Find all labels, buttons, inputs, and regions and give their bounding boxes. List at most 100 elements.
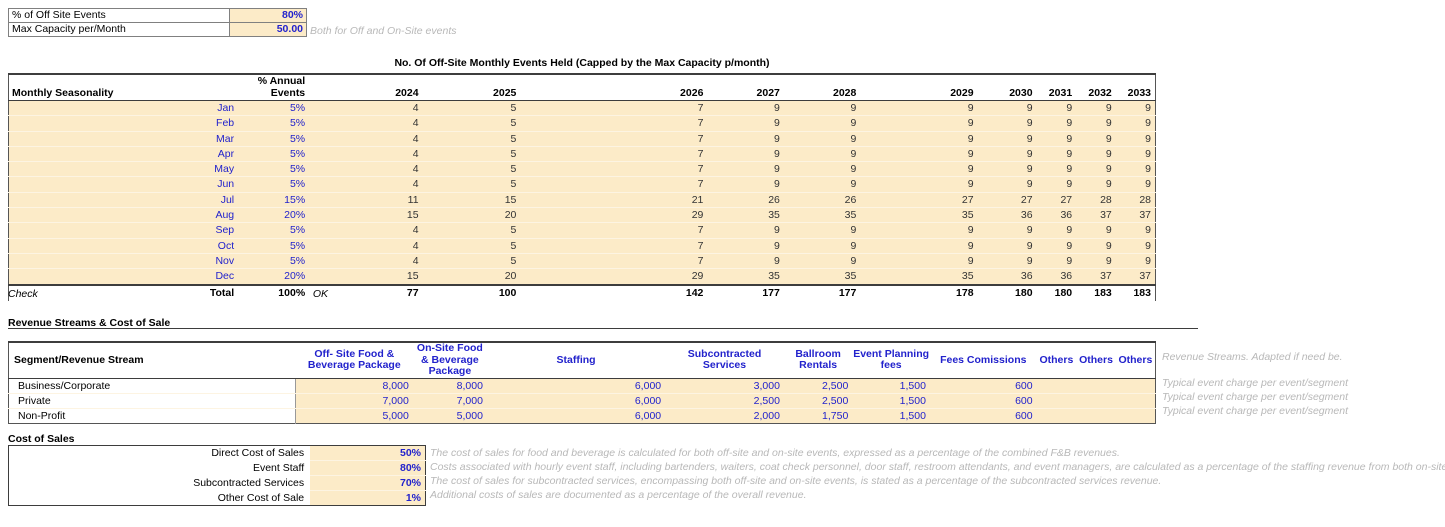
revenue-input-3[interactable]: 6,000 bbox=[487, 408, 665, 423]
revenue-input-10[interactable] bbox=[1116, 393, 1156, 408]
revenue-input-4[interactable]: 2,500 bbox=[665, 393, 784, 408]
monthly-table-title: No. Of Off-Site Monthly Events Held (Cap… bbox=[8, 57, 1156, 70]
month-pct-input[interactable]: 5% bbox=[238, 238, 309, 253]
month-label: Jan bbox=[179, 101, 238, 116]
month-value-2033: 9 bbox=[1116, 162, 1156, 177]
revenue-input-7[interactable]: 600 bbox=[930, 378, 1037, 393]
cost-of-sales-input[interactable]: 70% bbox=[310, 476, 425, 491]
month-value-2025: 5 bbox=[423, 177, 521, 192]
month-value-2026: 7 bbox=[520, 116, 707, 131]
month-value-2026: 7 bbox=[520, 162, 707, 177]
revenue-input-10[interactable] bbox=[1116, 408, 1156, 423]
revenue-input-8[interactable] bbox=[1037, 378, 1077, 393]
revenue-input-1[interactable]: 8,000 bbox=[296, 378, 413, 393]
month-value-2033: 9 bbox=[1116, 253, 1156, 268]
month-value-2029: 9 bbox=[860, 162, 977, 177]
month-value-2027: 35 bbox=[707, 269, 783, 285]
cost-of-sales-input[interactable]: 50% bbox=[310, 446, 425, 461]
month-pct-input[interactable]: 5% bbox=[238, 101, 309, 116]
revenue-input-5[interactable]: 2,500 bbox=[784, 378, 852, 393]
table-row: Aug20%15202935353536363737 bbox=[9, 208, 1156, 223]
table-row: Max Capacity per/Month 50.00 bbox=[9, 23, 307, 37]
assumption-input-off-site-pct[interactable]: 80% bbox=[230, 9, 307, 23]
month-pad bbox=[309, 177, 325, 192]
month-pct-input[interactable]: 5% bbox=[238, 146, 309, 161]
month-value-2032: 9 bbox=[1076, 223, 1116, 238]
table-row: Jun5%4579999999 bbox=[9, 177, 1156, 192]
revenue-input-2[interactable]: 7,000 bbox=[413, 393, 487, 408]
revenue-input-5[interactable]: 2,500 bbox=[784, 393, 852, 408]
month-value-2032: 9 bbox=[1076, 146, 1116, 161]
month-value-2031: 9 bbox=[1037, 131, 1077, 146]
revenue-input-7[interactable]: 600 bbox=[930, 408, 1037, 423]
month-value-2026: 7 bbox=[520, 177, 707, 192]
month-value-2027: 9 bbox=[707, 101, 783, 116]
month-pct-input[interactable]: 5% bbox=[238, 223, 309, 238]
revenue-input-8[interactable] bbox=[1037, 408, 1077, 423]
header-year-2031: 2031 bbox=[1037, 74, 1077, 101]
month-value-2031: 9 bbox=[1037, 177, 1077, 192]
month-value-2024: 15 bbox=[325, 269, 423, 285]
revenue-input-4[interactable]: 3,000 bbox=[665, 378, 784, 393]
month-value-2026: 7 bbox=[520, 101, 707, 116]
revenue-input-3[interactable]: 6,000 bbox=[487, 393, 665, 408]
month-value-2032: 28 bbox=[1076, 192, 1116, 207]
revenue-input-5[interactable]: 1,750 bbox=[784, 408, 852, 423]
month-pct-input[interactable]: 5% bbox=[238, 131, 309, 146]
cost-of-sales-input[interactable]: 1% bbox=[310, 491, 425, 506]
month-value-2027: 35 bbox=[707, 208, 783, 223]
month-value-2024: 11 bbox=[325, 192, 423, 207]
monthly-table-head: Monthly Seasonality % Annual Events 2024… bbox=[9, 74, 1156, 101]
revenue-input-8[interactable] bbox=[1037, 393, 1077, 408]
month-value-2027: 9 bbox=[707, 162, 783, 177]
revenue-input-1[interactable]: 5,000 bbox=[296, 408, 413, 423]
revenue-input-10[interactable] bbox=[1116, 378, 1156, 393]
revenue-input-4[interactable]: 2,000 bbox=[665, 408, 784, 423]
monthly-table-body: Jan5%4579999999Feb5%4579999999Mar5%45799… bbox=[9, 101, 1156, 285]
month-value-2031: 9 bbox=[1037, 223, 1077, 238]
revenue-input-9[interactable] bbox=[1076, 393, 1116, 408]
month-pct-input[interactable]: 15% bbox=[238, 192, 309, 207]
month-value-2027: 9 bbox=[707, 131, 783, 146]
header-others-3: Others bbox=[1116, 342, 1156, 378]
assumption-input-max-capacity[interactable]: 50.00 bbox=[230, 23, 307, 37]
month-pct-input[interactable]: 5% bbox=[238, 162, 309, 177]
revenue-input-2[interactable]: 8,000 bbox=[413, 378, 487, 393]
cost-of-sales-desc-3: Additional costs of sales are documented… bbox=[430, 489, 806, 501]
table-row: Subcontracted Services70% bbox=[9, 476, 426, 491]
assumptions-body: % of Off Site Events 80% Max Capacity pe… bbox=[9, 9, 307, 37]
month-value-2027: 9 bbox=[707, 253, 783, 268]
check-row: Check OK bbox=[8, 287, 328, 300]
month-pct-input[interactable]: 5% bbox=[238, 253, 309, 268]
month-pct-input[interactable]: 20% bbox=[238, 208, 309, 223]
month-value-2033: 9 bbox=[1116, 131, 1156, 146]
revenue-input-6[interactable]: 1,500 bbox=[852, 378, 930, 393]
cost-of-sales-input[interactable]: 80% bbox=[310, 461, 425, 476]
revenue-input-1[interactable]: 7,000 bbox=[296, 393, 413, 408]
revenue-input-3[interactable]: 6,000 bbox=[487, 378, 665, 393]
table-row: Event Staff80% bbox=[9, 461, 426, 476]
month-value-2032: 9 bbox=[1076, 131, 1116, 146]
revenue-input-7[interactable]: 600 bbox=[930, 393, 1037, 408]
header-onsite-fb-package: On-Site Food & Beverage Package bbox=[413, 342, 487, 378]
revenue-input-6[interactable]: 1,500 bbox=[852, 393, 930, 408]
month-pct-input[interactable]: 20% bbox=[238, 269, 309, 285]
revenue-input-2[interactable]: 5,000 bbox=[413, 408, 487, 423]
month-value-2031: 36 bbox=[1037, 269, 1077, 285]
revenue-input-6[interactable]: 1,500 bbox=[852, 408, 930, 423]
month-value-2027: 9 bbox=[707, 238, 783, 253]
revenue-input-9[interactable] bbox=[1076, 378, 1116, 393]
revenue-section-divider bbox=[8, 328, 1198, 329]
total-2025: 100 bbox=[423, 285, 521, 301]
month-value-2030: 36 bbox=[978, 208, 1037, 223]
month-value-2032: 9 bbox=[1076, 253, 1116, 268]
month-value-2032: 9 bbox=[1076, 162, 1116, 177]
month-value-2031: 27 bbox=[1037, 192, 1077, 207]
month-pct-input[interactable]: 5% bbox=[238, 116, 309, 131]
header-segment-revenue-stream: Segment/Revenue Stream bbox=[9, 342, 296, 378]
month-pct-input[interactable]: 5% bbox=[238, 177, 309, 192]
total-2027: 177 bbox=[707, 285, 783, 301]
month-spacer bbox=[9, 192, 180, 207]
revenue-input-9[interactable] bbox=[1076, 408, 1116, 423]
month-value-2024: 4 bbox=[325, 146, 423, 161]
